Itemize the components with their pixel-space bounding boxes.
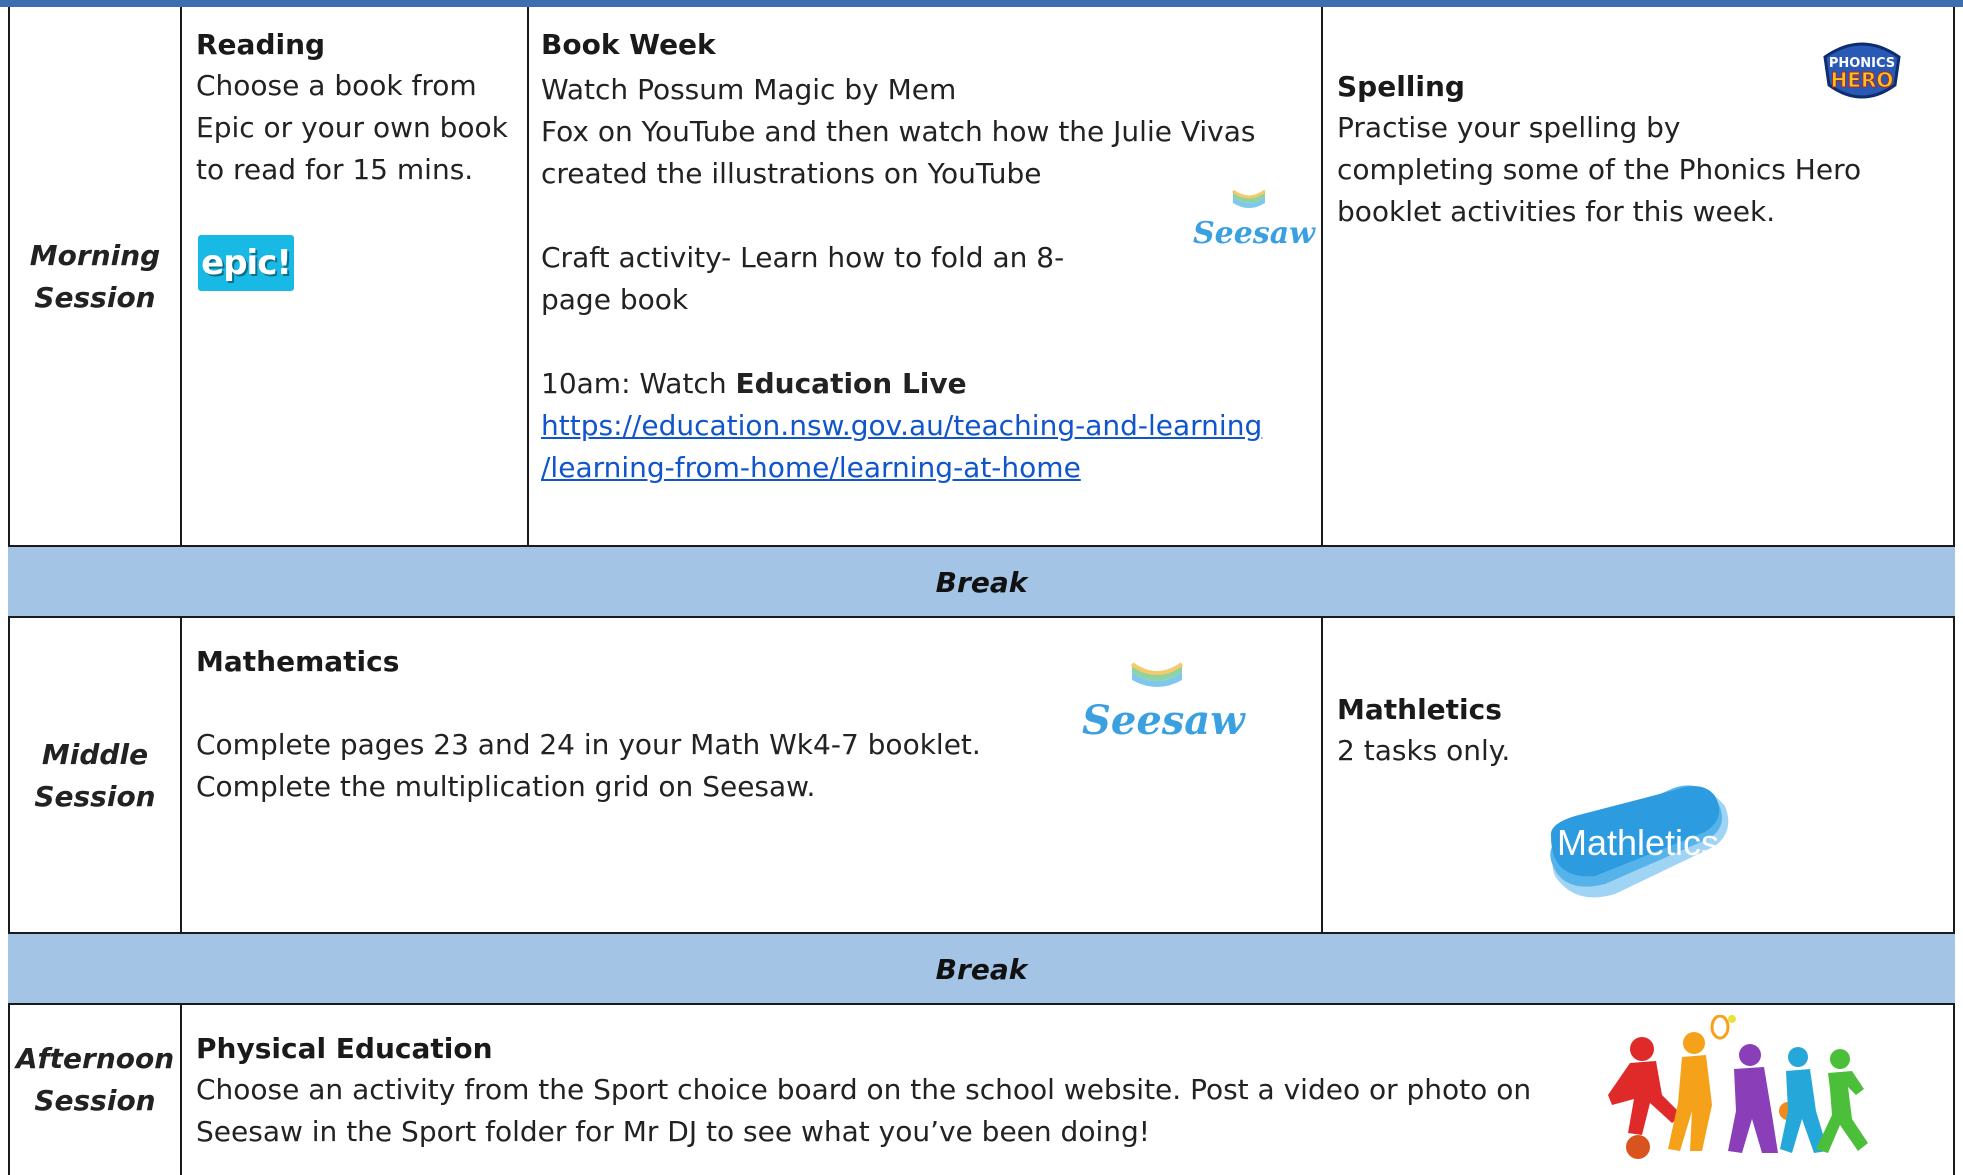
spelling-line: Practise your spelling by xyxy=(1337,111,1681,144)
top-border-bar xyxy=(0,0,1963,7)
afternoon-session-label: Afternoon Session xyxy=(15,1042,175,1117)
book-week-cell: Book Week Watch Possum Magic by Mem Fox … xyxy=(529,7,1322,547)
mathletics-line: 2 tasks only. xyxy=(1337,734,1511,767)
epic-logo: epic! xyxy=(198,235,294,291)
spelling-line: completing some of the Phonics Hero xyxy=(1337,153,1862,186)
svg-text:HERO: HERO xyxy=(1831,68,1894,92)
physical-education-cell: Physical Education Choose an activity fr… xyxy=(182,1005,1953,1175)
break-band: Break xyxy=(8,547,1955,617)
middle-session-label: Middle Session xyxy=(34,738,156,813)
mathematics-line: Complete the multiplication grid on Sees… xyxy=(196,770,816,803)
education-live-line: 10am: Watch Education Live xyxy=(541,363,1322,405)
reading-heading: Reading xyxy=(196,28,326,61)
middle-row: Middle Session Mathematics Complete pages… xyxy=(8,618,1955,934)
seesaw-ribbon-icon xyxy=(1232,189,1266,208)
live-prefix: 10am: Watch xyxy=(541,367,736,400)
sport-kids-icon xyxy=(1608,1014,1868,1159)
mathematics-cell: Mathematics Complete pages 23 and 24 in … xyxy=(182,618,1322,934)
phonics-hero-logo: PHONICS HERO xyxy=(1817,37,1907,103)
mathletics-heading: Mathletics xyxy=(1337,693,1502,726)
education-live-link[interactable]: https://education.nsw.gov.au/teaching-an… xyxy=(541,405,1322,447)
spelling-line: booklet activities for this week. xyxy=(1337,195,1776,228)
mathletics-cell: Mathletics 2 tasks only. Mathletics xyxy=(1323,618,1953,934)
reading-line: Epic or your own book xyxy=(196,111,508,144)
break-band: Break xyxy=(8,934,1955,1004)
seesaw-ribbon-icon xyxy=(1130,662,1184,687)
book-week-heading: Book Week xyxy=(541,28,716,61)
morning-session-label: Morning Session xyxy=(29,239,161,314)
schedule-table: Morning Session Reading Choose a book fro… xyxy=(8,7,1955,1175)
morning-row: Morning Session Reading Choose a book fro… xyxy=(8,7,1955,547)
mathletics-logo: Mathletics xyxy=(1545,776,1735,908)
seesaw-logo: Seesaw xyxy=(1193,187,1315,251)
reading-line: Choose a book from xyxy=(196,69,477,102)
break-label: Break xyxy=(935,952,1028,986)
education-live-link[interactable]: /learning-from-home/learning-at-home xyxy=(541,447,1322,489)
afternoon-row: Afternoon Session Physical Education Choo… xyxy=(8,1005,1955,1175)
phonics-hero-badge-icon: PHONICS HERO xyxy=(1823,42,1901,99)
spelling-cell: Spelling Practise your spelling by compl… xyxy=(1323,7,1953,547)
book-week-line: Watch Possum Magic by Mem xyxy=(541,73,957,106)
break-label: Break xyxy=(935,565,1028,599)
reading-cell: Reading Choose a book from Epic or your … xyxy=(182,7,528,547)
reading-line: to read for 15 mins. xyxy=(196,153,474,186)
book-week-line: page book xyxy=(541,283,689,316)
sport-silhouettes-image xyxy=(1602,1014,1872,1165)
book-week-line: Fox on YouTube and then watch how the Ju… xyxy=(541,115,1256,148)
live-title: Education Live xyxy=(735,367,967,400)
seesaw-logo: Seesaw xyxy=(1082,660,1245,744)
